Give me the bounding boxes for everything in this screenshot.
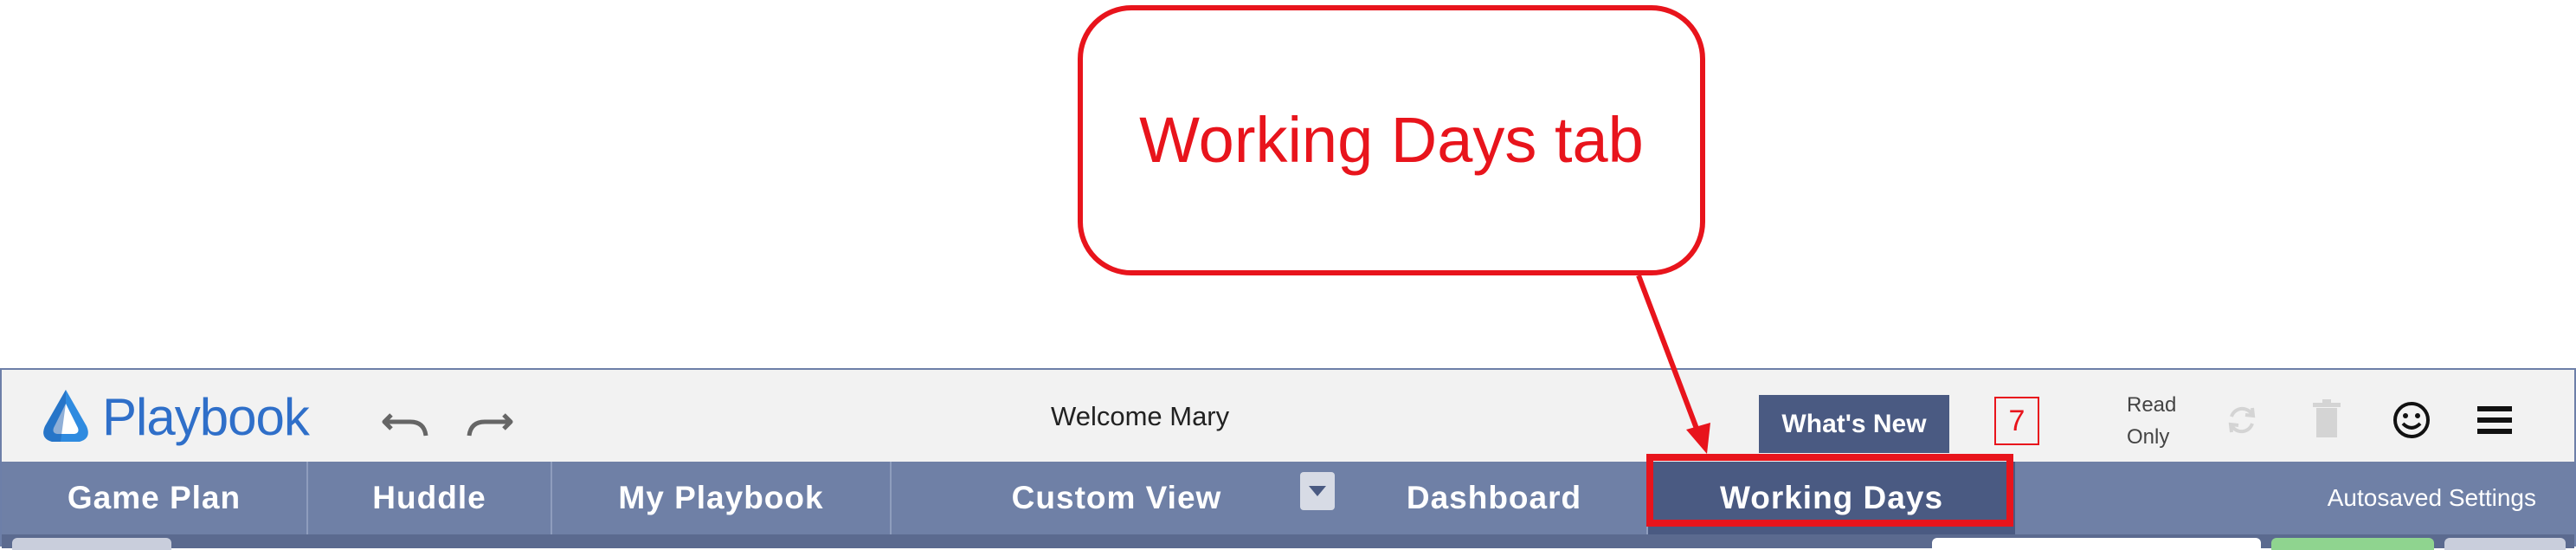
autosaved-settings-link[interactable]: Autosaved Settings <box>2328 462 2536 534</box>
playbook-logo-icon <box>43 390 88 442</box>
refresh-button[interactable] <box>2218 396 2266 444</box>
logo-text: Playbook <box>102 388 310 446</box>
feedback-button[interactable] <box>2387 396 2436 444</box>
caret-down-icon <box>1309 486 1326 496</box>
delete-button[interactable] <box>2302 396 2351 444</box>
tab-dashboard[interactable]: Dashboard <box>1342 462 1648 534</box>
callout-text: Working Days tab <box>1139 104 1644 176</box>
undo-icon <box>382 413 428 437</box>
read-only-line2: Only <box>2127 425 2170 449</box>
toolbar-button[interactable] <box>2444 538 2566 550</box>
redo-button[interactable] <box>464 403 516 441</box>
toolbar-button[interactable] <box>2271 538 2434 550</box>
tab-working-days[interactable]: Working Days <box>1648 462 2015 534</box>
toolbar-input[interactable] <box>1932 538 2261 550</box>
welcome-text: Welcome Mary <box>1051 401 1230 431</box>
redo-icon <box>467 413 513 437</box>
tab-bar: Game Plan Huddle My Playbook Custom View… <box>2 462 2574 534</box>
top-bar: Playbook Welcome Mary What's New 7 Read … <box>2 370 2574 462</box>
whats-new-button[interactable]: What's New <box>1759 395 1949 453</box>
menu-icon <box>2477 406 2512 434</box>
tab-custom-view[interactable]: Custom View <box>892 462 1342 534</box>
smiley-icon <box>2393 402 2430 438</box>
undo-button[interactable] <box>379 403 431 441</box>
app-window: Playbook Welcome Mary What's New 7 Read … <box>0 368 2576 550</box>
read-only-label: Read Only <box>2127 389 2176 453</box>
refresh-icon <box>2228 406 2256 434</box>
trash-icon <box>2313 399 2341 437</box>
custom-view-dropdown[interactable] <box>1300 472 1335 510</box>
logo: Playbook <box>35 387 310 448</box>
annotation-callout: Working Days tab <box>1078 5 1705 275</box>
toolbar-button[interactable] <box>12 538 171 550</box>
main-menu-button[interactable] <box>2470 396 2519 444</box>
notification-count-badge[interactable]: 7 <box>1994 397 2039 445</box>
tab-my-playbook[interactable]: My Playbook <box>552 462 892 534</box>
tab-huddle[interactable]: Huddle <box>308 462 552 534</box>
tab-game-plan[interactable]: Game Plan <box>2 462 308 534</box>
read-only-line1: Read <box>2127 393 2177 417</box>
